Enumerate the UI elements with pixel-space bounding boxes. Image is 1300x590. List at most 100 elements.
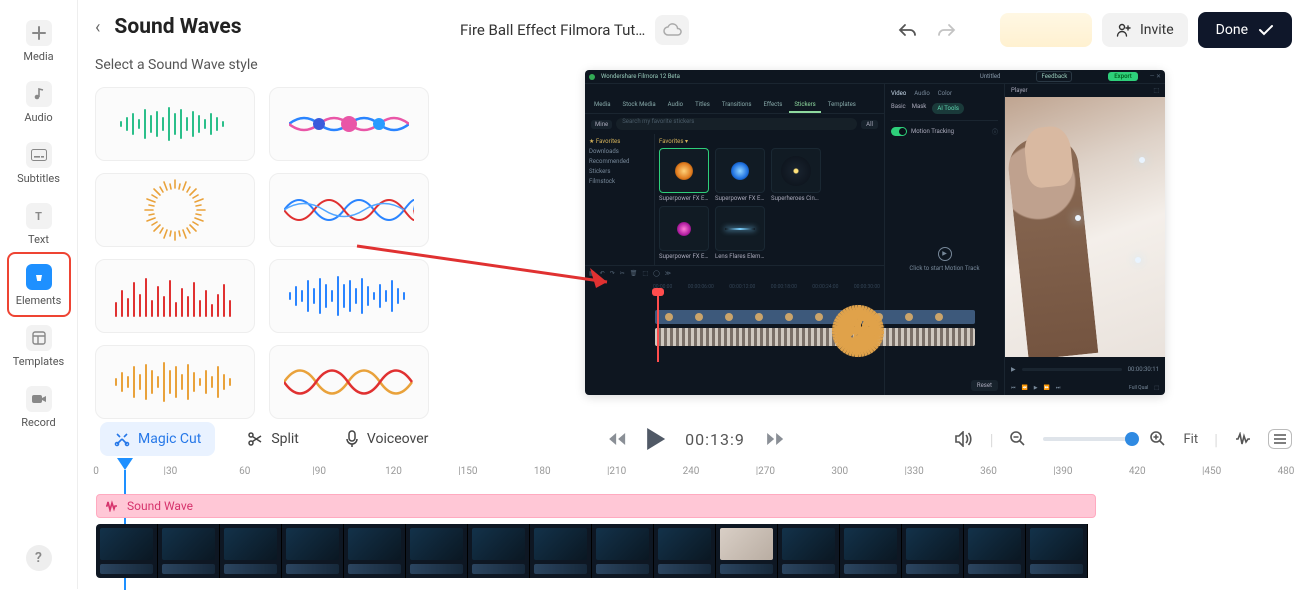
sound-wave-track[interactable]: Sound Wave	[96, 494, 1096, 518]
camera-icon	[26, 386, 52, 412]
top-bar: Fire Ball Effect Filmora Tut… Invite Don…	[460, 6, 1292, 54]
sidebar-item-subtitles[interactable]: Subtitles	[9, 132, 69, 193]
clip-thumbnail[interactable]	[902, 524, 964, 578]
sidebar-item-elements[interactable]: Elements	[9, 254, 69, 315]
clip-thumbnail[interactable]	[592, 524, 654, 578]
clip-thumbnail[interactable]	[282, 524, 344, 578]
magic-cut-label: Magic Cut	[138, 431, 201, 447]
forward-button[interactable]	[765, 432, 785, 446]
video-clip-track[interactable]	[96, 524, 1096, 578]
scissors-icon	[247, 431, 263, 447]
preview-player	[1005, 97, 1165, 357]
clip-thumbnail[interactable]	[778, 524, 840, 578]
sidebar-item-media[interactable]: Media	[9, 10, 69, 71]
timecode: 00:13:9	[685, 430, 745, 449]
clip-thumbnail[interactable]	[716, 524, 778, 578]
sidebar-label: Record	[21, 416, 55, 429]
voiceover-label: Voiceover	[367, 431, 428, 447]
volume-button[interactable]	[954, 431, 974, 447]
sidebar-item-audio[interactable]: Audio	[9, 71, 69, 132]
clip-thumbnail[interactable]	[96, 524, 158, 578]
sound-wave-card-bars-orange[interactable]	[95, 345, 255, 419]
timeline-right-controls: | Fit |	[954, 429, 1292, 449]
elements-panel: ‹ Sound Waves Select a Sound Wave style …	[95, 15, 455, 419]
timeline-tracks: Sound Wave	[96, 494, 1290, 578]
sound-wave-card-bars-blue[interactable]	[269, 259, 429, 333]
fit-label[interactable]: Fit	[1183, 432, 1198, 447]
clip-thumbnail[interactable]	[220, 524, 282, 578]
zoom-thumb[interactable]	[1125, 432, 1139, 446]
split-button[interactable]: Split	[233, 422, 313, 456]
layout-icon	[26, 325, 52, 351]
person-plus-icon	[1116, 22, 1132, 38]
help-button[interactable]: ?	[26, 545, 52, 571]
play-button[interactable]	[647, 428, 665, 450]
undo-button[interactable]	[894, 16, 922, 44]
waveform-button[interactable]	[1234, 432, 1252, 446]
sound-wave-grid: /* static */	[95, 87, 455, 419]
zoom-out-button[interactable]	[1009, 430, 1027, 448]
plus-icon	[26, 20, 52, 46]
invite-button[interactable]: Invite	[1102, 13, 1188, 47]
sidebar-item-text[interactable]: T Text	[9, 193, 69, 254]
voiceover-button[interactable]: Voiceover	[331, 422, 442, 456]
settings-button[interactable]	[1268, 429, 1292, 449]
timeline-toolbar: Magic Cut Split Voiceover 00:13:9 | Fit …	[100, 418, 1292, 460]
upgrade-button[interactable]	[1000, 13, 1092, 47]
left-sidebar: Media Audio Subtitles T Text Elements Te…	[0, 0, 78, 589]
check-icon	[1258, 24, 1274, 36]
sound-wave-card-ring-orange[interactable]: /* static */	[95, 173, 255, 247]
preview-doc: Untitled	[980, 73, 1001, 80]
panel-subtitle: Select a Sound Wave style	[95, 57, 455, 73]
text-icon: T	[26, 203, 52, 229]
sound-wave-card-equalizer-green[interactable]	[95, 87, 255, 161]
cloud-sync-button[interactable]	[655, 15, 689, 45]
sidebar-label: Elements	[16, 294, 62, 307]
clip-thumbnail[interactable]	[840, 524, 902, 578]
clip-thumbnail[interactable]	[158, 524, 220, 578]
waveform-icon	[105, 500, 119, 512]
redo-button[interactable]	[932, 16, 960, 44]
sound-wave-card-sine-orange-red[interactable]	[269, 345, 429, 419]
rewind-button[interactable]	[607, 432, 627, 446]
magic-cut-button[interactable]: Magic Cut	[100, 422, 215, 456]
done-button[interactable]: Done	[1198, 12, 1292, 48]
document-title: Fire Ball Effect Filmora Tut…	[460, 21, 645, 39]
panel-title: Sound Waves	[114, 15, 241, 39]
sidebar-item-record[interactable]: Record	[9, 376, 69, 437]
timeline-ruler[interactable]: 0|3060|90120|150180|210240|270300|330360…	[96, 466, 1290, 486]
preview-feedback: Feedback	[1036, 71, 1072, 82]
sound-wave-card-sine-blue-red[interactable]	[269, 173, 429, 247]
playhead[interactable]	[117, 458, 133, 470]
clip-thumbnail[interactable]	[964, 524, 1026, 578]
microphone-icon	[345, 430, 359, 448]
sidebar-label: Subtitles	[17, 172, 60, 185]
video-preview: Wondershare Filmora 12 Beta Untitled Fee…	[585, 70, 1165, 395]
zoom-in-button[interactable]	[1149, 430, 1167, 448]
zoom-slider[interactable]	[1043, 437, 1133, 441]
clip-thumbnail[interactable]	[1026, 524, 1088, 578]
sound-wave-track-label: Sound Wave	[127, 499, 193, 513]
music-note-icon	[26, 81, 52, 107]
shapes-icon	[26, 264, 52, 290]
done-label: Done	[1216, 22, 1248, 38]
clip-thumbnail[interactable]	[654, 524, 716, 578]
clip-thumbnail[interactable]	[406, 524, 468, 578]
preview-search: Search my favorite stickers	[616, 118, 857, 130]
split-label: Split	[271, 431, 299, 447]
preview-sunburst-overlay	[815, 288, 901, 374]
sparkle-scissors-icon	[114, 431, 130, 447]
sound-wave-card-wave-multicolor[interactable]	[269, 87, 429, 161]
back-chevron-icon[interactable]: ‹	[95, 17, 100, 38]
sidebar-item-templates[interactable]: Templates	[9, 315, 69, 376]
sidebar-label: Templates	[13, 355, 64, 368]
clip-thumbnail[interactable]	[468, 524, 530, 578]
invite-label: Invite	[1140, 22, 1174, 38]
playback-controls: 00:13:9	[607, 428, 785, 450]
clip-thumbnail[interactable]	[344, 524, 406, 578]
preview-top-tabs: Media Stock Media Audio Titles Transitio…	[585, 84, 884, 114]
subtitles-icon	[26, 142, 52, 168]
sidebar-label: Text	[28, 233, 49, 246]
sound-wave-card-bars-red[interactable]	[95, 259, 255, 333]
clip-thumbnail[interactable]	[530, 524, 592, 578]
